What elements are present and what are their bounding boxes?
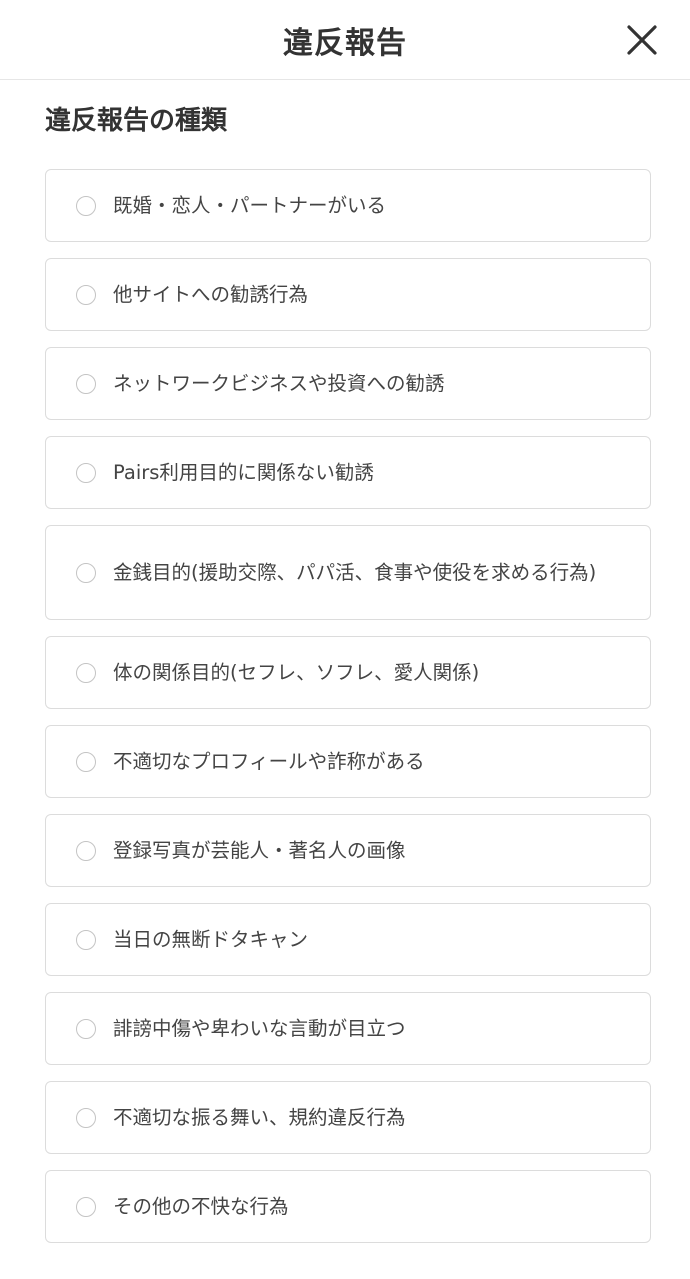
radio-circle-icon[interactable] — [76, 840, 96, 861]
section-title: 違反報告の種類 — [45, 106, 228, 136]
option-label: 当日の無断ドタキャン — [113, 927, 309, 951]
option-label: その他の不快な行為 — [113, 1194, 289, 1218]
radio-circle-icon[interactable] — [76, 1107, 96, 1128]
radio-circle-icon[interactable] — [76, 1196, 96, 1217]
option-label: 不適切なプロフィールや詐称がある — [113, 749, 425, 773]
option-label: 誹謗中傷や卑わいな言動が目立つ — [113, 1016, 406, 1040]
report-type-list: 既婚・恋人・パートナーがいる 他サイトへの勧誘行為 ネットワークビジネスや投資へ… — [45, 169, 651, 1259]
option-label: 金銭目的(援助交際、パパ活、食事や使役を求める行為) — [113, 560, 597, 584]
header-bar: 違反報告 — [0, 0, 690, 80]
option-slander[interactable]: 誹謗中傷や卑わいな言動が目立つ — [45, 992, 651, 1065]
radio-circle-icon[interactable] — [76, 562, 96, 583]
page-title: 違反報告 — [283, 25, 407, 61]
option-married[interactable]: 既婚・恋人・パートナーがいる — [45, 169, 651, 242]
option-unrelated-solicitation[interactable]: Pairs利用目的に関係ない勧誘 — [45, 436, 651, 509]
option-inappropriate-profile[interactable]: 不適切なプロフィールや詐称がある — [45, 725, 651, 798]
radio-circle-icon[interactable] — [76, 284, 96, 305]
option-celebrity-photo[interactable]: 登録写真が芸能人・著名人の画像 — [45, 814, 651, 887]
close-icon — [627, 25, 657, 55]
option-terms-violation[interactable]: 不適切な振る舞い、規約違反行為 — [45, 1081, 651, 1154]
option-label: 体の関係目的(セフレ、ソフレ、愛人関係) — [113, 660, 480, 684]
option-label: 登録写真が芸能人・著名人の画像 — [113, 838, 406, 862]
radio-circle-icon[interactable] — [76, 462, 96, 483]
option-no-show[interactable]: 当日の無断ドタキャン — [45, 903, 651, 976]
radio-circle-icon[interactable] — [76, 929, 96, 950]
radio-circle-icon[interactable] — [76, 662, 96, 683]
option-other-unpleasant[interactable]: その他の不快な行為 — [45, 1170, 651, 1243]
option-other-site-solicitation[interactable]: 他サイトへの勧誘行為 — [45, 258, 651, 331]
radio-circle-icon[interactable] — [76, 195, 96, 216]
option-label: ネットワークビジネスや投資への勧誘 — [113, 371, 445, 395]
close-button[interactable] — [624, 22, 660, 58]
option-physical-relationship[interactable]: 体の関係目的(セフレ、ソフレ、愛人関係) — [45, 636, 651, 709]
radio-circle-icon[interactable] — [76, 1018, 96, 1039]
option-network-business[interactable]: ネットワークビジネスや投資への勧誘 — [45, 347, 651, 420]
radio-circle-icon[interactable] — [76, 751, 96, 772]
radio-circle-icon[interactable] — [76, 373, 96, 394]
option-money-purpose[interactable]: 金銭目的(援助交際、パパ活、食事や使役を求める行為) — [45, 525, 651, 620]
option-label: Pairs利用目的に関係ない勧誘 — [113, 460, 374, 484]
option-label: 他サイトへの勧誘行為 — [113, 282, 309, 306]
option-label: 不適切な振る舞い、規約違反行為 — [113, 1105, 406, 1129]
option-label: 既婚・恋人・パートナーがいる — [113, 193, 387, 217]
